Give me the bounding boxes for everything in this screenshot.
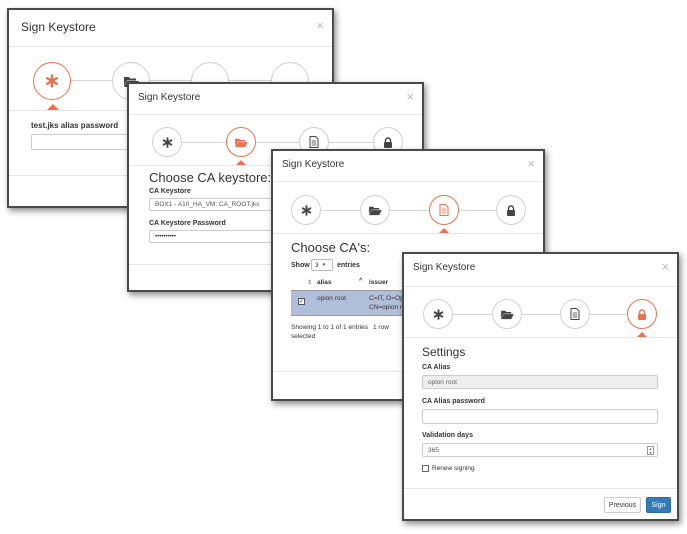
- step-3-button[interactable]: [429, 195, 459, 225]
- sort-icon[interactable]: ⇕: [307, 279, 312, 286]
- column-header-issuer[interactable]: issuer: [369, 279, 388, 286]
- step-connector: [307, 210, 507, 211]
- file-text-icon: [309, 136, 319, 148]
- chevron-down-icon: ▾: [322, 262, 326, 268]
- dialog-footer: [404, 488, 677, 489]
- close-button[interactable]: ×: [527, 156, 535, 171]
- renew-signing-label: Renew signing: [432, 465, 475, 472]
- ca-alias-password-label: CA Alias password: [422, 398, 485, 405]
- lock-icon: [637, 308, 647, 320]
- ca-alias-password-field[interactable]: [422, 409, 658, 424]
- asterisk-icon: [301, 204, 312, 216]
- file-text-icon: [570, 308, 580, 320]
- dialog-title: Sign Keystore: [138, 92, 201, 103]
- section-heading: Settings: [422, 345, 466, 359]
- file-text-icon: [439, 204, 449, 216]
- step-3-button[interactable]: [560, 299, 590, 329]
- step-2-button[interactable]: [492, 299, 522, 329]
- alias-password-label: test.jks alias password: [31, 121, 119, 130]
- step-4-button[interactable]: [496, 195, 526, 225]
- ca-keystore-label: CA Keystore: [149, 188, 191, 195]
- issuer-cell-line1: C=IT, O=Op: [369, 295, 404, 302]
- validation-days-label: Validation days: [422, 432, 473, 439]
- sign-button[interactable]: Sign: [646, 497, 671, 513]
- step-1-button[interactable]: [33, 62, 71, 100]
- column-header-alias[interactable]: alias: [317, 279, 331, 286]
- validation-days-value: 365: [428, 446, 439, 454]
- dialog-title: Sign Keystore: [282, 159, 345, 170]
- folder-open-icon: [500, 309, 514, 320]
- sign-keystore-dialog-step4: Sign Keystore × Settings CA Alias opion …: [402, 252, 679, 521]
- step-connector: [438, 314, 638, 315]
- divider: [404, 337, 677, 338]
- row-checkbox[interactable]: ✓: [298, 298, 305, 305]
- dialog-header: Sign Keystore ×: [9, 10, 332, 47]
- lock-icon: [506, 204, 516, 216]
- dialog-header: Sign Keystore ×: [273, 151, 543, 182]
- section-heading: Choose CA's:: [291, 240, 371, 255]
- close-button[interactable]: ×: [406, 89, 414, 104]
- step-2-button[interactable]: [226, 127, 256, 157]
- dialog-header: Sign Keystore ×: [404, 254, 677, 287]
- table-info: Showing 1 to 1 of 1 entries: [291, 324, 368, 331]
- folder-open-icon: [368, 205, 382, 216]
- step-4-button[interactable]: [627, 299, 657, 329]
- step-1-button[interactable]: [291, 195, 321, 225]
- entries-label: entries: [337, 262, 360, 269]
- validation-days-stepper[interactable]: 365 ▴ ▾: [422, 443, 658, 457]
- asterisk-icon: [162, 136, 173, 148]
- table-selected-info-line2: selected: [291, 333, 316, 340]
- page-size-value: 3: [315, 261, 319, 269]
- step-1-button[interactable]: [152, 127, 182, 157]
- issuer-cell-line2: CN=opion ro: [369, 304, 406, 311]
- step-2-button[interactable]: [360, 195, 390, 225]
- table-selected-info: 1 row: [373, 324, 389, 331]
- ca-alias-field: opion root: [422, 375, 658, 389]
- dialog-header: Sign Keystore ×: [129, 84, 422, 115]
- divider: [273, 233, 543, 234]
- ca-keystore-password-label: CA Keystore Password: [149, 220, 226, 227]
- dialog-title: Sign Keystore: [413, 262, 476, 273]
- step-connector: [51, 80, 301, 81]
- asterisk-icon: [45, 74, 59, 88]
- page-size-select[interactable]: 3 ▾: [311, 259, 333, 271]
- dialog-title: Sign Keystore: [21, 20, 96, 34]
- section-heading: Choose CA keystore:: [149, 170, 272, 185]
- previous-button[interactable]: Previous: [604, 497, 641, 513]
- ca-alias-label: CA Alias: [422, 364, 451, 371]
- folder-open-icon: [234, 137, 248, 148]
- sort-asc-icon: ^: [359, 278, 363, 284]
- alias-cell: opion root: [317, 295, 346, 302]
- lock-icon: [383, 136, 393, 148]
- spinner-arrows-icon[interactable]: ▴ ▾: [647, 446, 654, 455]
- show-label: Show: [291, 262, 310, 269]
- close-button[interactable]: ×: [661, 259, 669, 274]
- asterisk-icon: [433, 308, 444, 320]
- step-connector: [169, 142, 389, 143]
- close-button[interactable]: ×: [316, 18, 324, 33]
- step-1-button[interactable]: [423, 299, 453, 329]
- renew-signing-checkbox[interactable]: [422, 465, 429, 472]
